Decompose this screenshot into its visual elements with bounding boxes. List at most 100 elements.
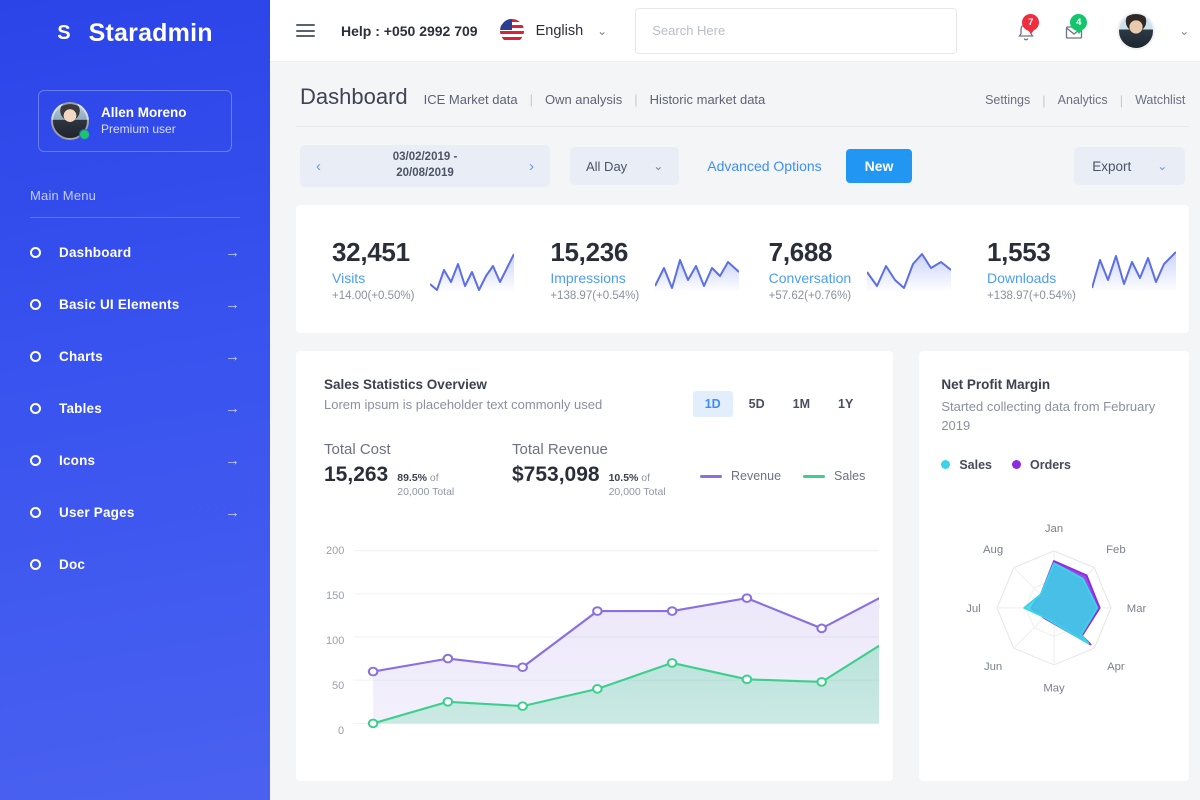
sidebar-profile-card[interactable]: Allen Moreno Premium user bbox=[38, 90, 232, 152]
total-revenue-label: Total Revenue bbox=[512, 441, 608, 458]
brand-mark: S bbox=[57, 21, 71, 44]
chevron-left-icon[interactable]: ‹ bbox=[316, 158, 321, 175]
page-subnav: ICE Market data | Own analysis | Histori… bbox=[424, 92, 766, 107]
chevron-down-icon: ⌄ bbox=[653, 159, 664, 173]
chevron-down-icon[interactable]: ⌄ bbox=[1179, 24, 1189, 38]
stat-delta: +138.97(+0.54%) bbox=[550, 289, 640, 302]
sales-card-title: Sales Statistics Overview bbox=[324, 377, 487, 392]
stat-visits: 32,451 Visits +14.00(+0.50%) bbox=[306, 237, 524, 302]
link-settings[interactable]: Settings bbox=[985, 93, 1030, 107]
sidebar-item-label: Basic UI Elements bbox=[59, 296, 180, 312]
stat-delta: +57.62(+0.76%) bbox=[768, 289, 852, 302]
stat-delta: +14.00(+0.50%) bbox=[332, 289, 415, 302]
total-cost-block: Total Cost 15,263 89.5% of 20,000 Total bbox=[324, 441, 512, 499]
arrow-right-icon: → bbox=[225, 399, 240, 417]
sparkline-chart bbox=[430, 253, 515, 292]
legend-sales: Sales bbox=[803, 469, 865, 483]
sidebar-item-label: Icons bbox=[59, 452, 96, 468]
search-box[interactable] bbox=[635, 7, 958, 54]
chevron-down-icon[interactable]: ⌄ bbox=[597, 24, 607, 38]
total-cost-value: 15,263 bbox=[324, 463, 389, 486]
net-profit-margin-card: Net Profit Margin Started collecting dat… bbox=[919, 351, 1190, 781]
hamburger-icon[interactable] bbox=[296, 24, 315, 37]
page-header-links: Settings | Analytics | Watchlist bbox=[985, 93, 1185, 108]
radar-label-apr: Apr bbox=[1107, 661, 1125, 673]
user-avatar bbox=[1117, 11, 1156, 50]
stat-label: Conversation bbox=[768, 269, 852, 286]
sidebar-item-charts[interactable]: Charts → bbox=[0, 330, 270, 382]
radar-chart-svg: Jan Feb Mar Apr May Jun Jul Aug bbox=[967, 523, 1147, 694]
search-input[interactable] bbox=[652, 23, 941, 38]
radar-label-may: May bbox=[1044, 682, 1066, 694]
range-1d[interactable]: 1D bbox=[692, 391, 733, 417]
sidebar-item-user-pages[interactable]: User Pages → bbox=[0, 486, 270, 538]
sparkline-chart bbox=[655, 259, 740, 292]
brand-logo[interactable]: S Staradmin bbox=[0, 0, 270, 66]
help-phone: Help : +050 2992 709 bbox=[341, 22, 478, 39]
range-1y[interactable]: 1Y bbox=[826, 391, 865, 417]
subnav-ice-market-data[interactable]: ICE Market data bbox=[424, 92, 518, 107]
legend-label: Orders bbox=[1030, 457, 1071, 472]
range-1m[interactable]: 1M bbox=[781, 391, 822, 417]
radar-label-mar: Mar bbox=[1127, 603, 1147, 615]
legend-dot bbox=[1012, 460, 1021, 470]
language-label[interactable]: English bbox=[536, 23, 584, 39]
sales-area-chart: 200 150 100 50 0 bbox=[324, 541, 881, 781]
sidebar-item-label: Charts bbox=[59, 348, 103, 364]
sidebar-item-tables[interactable]: Tables → bbox=[0, 382, 270, 434]
brand-name: Staradmin bbox=[88, 18, 213, 47]
radar-label-jul: Jul bbox=[967, 603, 981, 615]
radar-label-feb: Feb bbox=[1106, 544, 1125, 556]
legend-label: Sales bbox=[959, 457, 992, 472]
stat-value: 32,451 bbox=[332, 236, 410, 267]
all-day-dropdown[interactable]: All Day ⌄ bbox=[570, 147, 680, 185]
separator: | bbox=[529, 92, 533, 107]
sidebar-item-doc[interactable]: Doc bbox=[0, 538, 270, 590]
totals-row: Total Cost 15,263 89.5% of 20,000 Total … bbox=[324, 441, 865, 499]
user-menu[interactable]: ⌄ bbox=[1117, 11, 1189, 50]
topbar-right: 7 4 ⌄ bbox=[1013, 11, 1189, 50]
notifications-button[interactable]: 7 bbox=[1013, 13, 1040, 45]
arrow-right-icon: → bbox=[225, 451, 240, 469]
topbar: Help : +050 2992 709 English ⌄ 7 4 bbox=[270, 0, 1200, 62]
subnav-historic-market-data[interactable]: Historic market data bbox=[650, 92, 766, 107]
date-range-picker[interactable]: ‹ 03/02/2019 -20/08/2019 › bbox=[300, 145, 550, 187]
content: Dashboard ICE Market data | Own analysis… bbox=[270, 62, 1200, 800]
link-analytics[interactable]: Analytics bbox=[1058, 93, 1108, 107]
total-cost-pct: 89.5% of 20,000 Total bbox=[397, 472, 455, 499]
stat-value: 7,688 bbox=[768, 236, 833, 267]
stat-label: Downloads bbox=[986, 269, 1057, 286]
sales-chart-svg bbox=[353, 550, 881, 729]
link-watchlist[interactable]: Watchlist bbox=[1135, 93, 1185, 107]
legend-swatch bbox=[803, 474, 826, 478]
legend-revenue: Revenue bbox=[700, 469, 781, 483]
messages-button[interactable]: 4 bbox=[1061, 13, 1088, 45]
circle-bullet-icon bbox=[30, 350, 41, 362]
sidebar-item-basic-ui-elements[interactable]: Basic UI Elements → bbox=[0, 278, 270, 330]
advanced-options-link[interactable]: Advanced Options bbox=[707, 158, 821, 174]
chevron-right-icon[interactable]: › bbox=[529, 158, 534, 175]
sidebar-item-icons[interactable]: Icons → bbox=[0, 434, 270, 486]
sales-card-header: Sales Statistics Overview Lorem ipsum is… bbox=[324, 377, 865, 417]
legend-orders: Orders bbox=[1012, 458, 1071, 472]
radar-label-aug: Aug bbox=[983, 544, 1003, 556]
new-button[interactable]: New bbox=[845, 149, 913, 183]
sidebar-item-label: Dashboard bbox=[59, 244, 132, 260]
sales-card-description: Lorem ipsum is placeholder text commonly… bbox=[324, 397, 603, 412]
notification-badge: 7 bbox=[1022, 13, 1040, 34]
profit-card-subtitle: Started collecting data from February 20… bbox=[941, 399, 1156, 433]
menu-divider bbox=[30, 217, 240, 218]
circle-bullet-icon bbox=[30, 558, 41, 570]
sidebar-item-dashboard[interactable]: Dashboard → bbox=[0, 226, 270, 278]
profit-legend: Sales Orders bbox=[941, 458, 1167, 472]
export-dropdown[interactable]: Export ⌄ bbox=[1074, 147, 1186, 185]
legend-dot bbox=[941, 460, 951, 470]
radar-label-jun: Jun bbox=[984, 661, 1002, 673]
sidebar-nav: Dashboard → Basic UI Elements → Charts →… bbox=[0, 226, 270, 590]
stat-downloads: 1,553 Downloads +138.97(+0.54%) bbox=[961, 237, 1179, 302]
range-5d[interactable]: 5D bbox=[737, 391, 777, 417]
menu-section-label: Main Menu bbox=[30, 188, 97, 203]
legend-swatch bbox=[700, 474, 722, 478]
arrow-right-icon: → bbox=[225, 243, 240, 261]
subnav-own-analysis[interactable]: Own analysis bbox=[545, 92, 622, 107]
